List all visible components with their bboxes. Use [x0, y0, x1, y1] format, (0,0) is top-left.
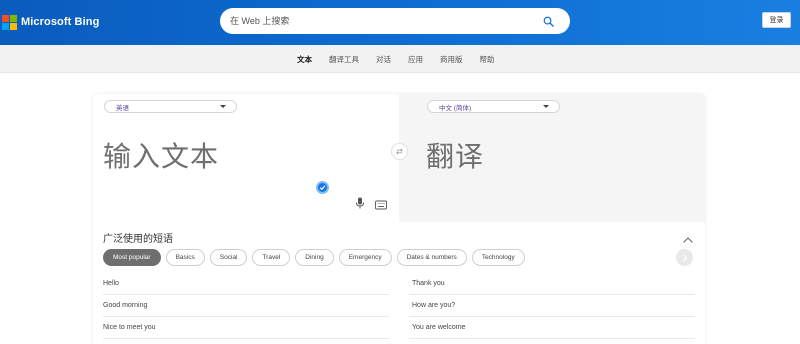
chip-emergency[interactable]: Emergency [338, 249, 392, 266]
phrases-heading: 广泛使用的短语 [103, 234, 173, 245]
target-language-label: 中文 (简体) [439, 104, 472, 112]
phrase-item[interactable]: Nice to meet you [103, 317, 389, 339]
nav-item-conversation[interactable]: 对话 [376, 54, 391, 65]
phrase-item[interactable]: Thank you [409, 273, 695, 295]
main-nav: 文本 翻译工具 对话 应用 商用版 帮助 [297, 54, 512, 65]
check-badge-icon[interactable] [316, 181, 329, 194]
phrase-item[interactable]: How are you? [409, 295, 695, 317]
chevron-down-icon [543, 105, 549, 108]
chevron-up-icon[interactable] [682, 231, 694, 243]
phrase-row: Hello Thank you [103, 273, 695, 295]
phrase-row: Good morning How are you? [103, 295, 695, 317]
top-bar: Microsoft Bing 登录 [0, 0, 800, 45]
swap-icon [396, 148, 403, 155]
target-language-select[interactable]: 中文 (简体) [427, 100, 560, 113]
source-pane[interactable]: 英语 输入文本 [93, 94, 399, 222]
signin-button[interactable]: 登录 [762, 12, 791, 28]
search-input[interactable] [230, 16, 541, 26]
source-text-input[interactable]: 输入文本 [103, 135, 219, 175]
chip-most-popular[interactable]: Most popular [103, 249, 161, 266]
chip-technology[interactable]: Technology [471, 249, 525, 266]
search-box[interactable] [220, 8, 570, 34]
keyboard-icon[interactable] [375, 197, 387, 210]
target-pane: 中文 (简体) 翻译 [399, 94, 705, 222]
chip-social[interactable]: Social [209, 249, 248, 266]
source-language-select[interactable]: 英语 [104, 100, 237, 113]
microphone-icon[interactable] [355, 196, 365, 209]
phrase-category-chips: Most popular Basics Social Travel Dining… [103, 249, 530, 266]
translator-card: 英语 输入文本 中文 (简体) 翻译 广泛使用的短语 Most popular … [93, 94, 705, 344]
microsoft-logo-icon [2, 14, 17, 30]
chip-basics[interactable]: Basics [165, 249, 205, 266]
chip-dining[interactable]: Dining [295, 249, 334, 266]
nav-item-business[interactable]: 商用版 [440, 54, 463, 65]
search-icon[interactable] [541, 14, 555, 28]
nav-item-translator-tools[interactable]: 翻译工具 [329, 54, 359, 65]
phrase-item[interactable]: Good morning [103, 295, 389, 317]
chevron-right-icon[interactable] [676, 249, 693, 266]
nav-item-apps[interactable]: 应用 [408, 54, 423, 65]
swap-languages-button[interactable] [391, 143, 408, 160]
source-language-label: 英语 [116, 104, 129, 112]
nav-item-text[interactable]: 文本 [297, 54, 312, 65]
phrase-item[interactable]: Hello [103, 273, 389, 295]
chevron-down-icon [220, 105, 226, 108]
phrase-list: Hello Thank you Good morning How are you… [103, 273, 695, 339]
chip-dates-numbers[interactable]: Dates & numbers [396, 249, 467, 266]
logo-text: Microsoft Bing [21, 16, 100, 28]
phrase-row: Nice to meet you You are welcome [103, 317, 695, 339]
nav-item-help[interactable]: 帮助 [480, 54, 495, 65]
chip-travel[interactable]: Travel [252, 249, 291, 266]
bing-logo[interactable]: Microsoft Bing [2, 14, 99, 30]
nav-bar: 文本 翻译工具 对话 应用 商用版 帮助 [0, 45, 800, 73]
translation-output: 翻译 [426, 140, 485, 173]
phrase-item[interactable]: You are welcome [409, 317, 695, 339]
